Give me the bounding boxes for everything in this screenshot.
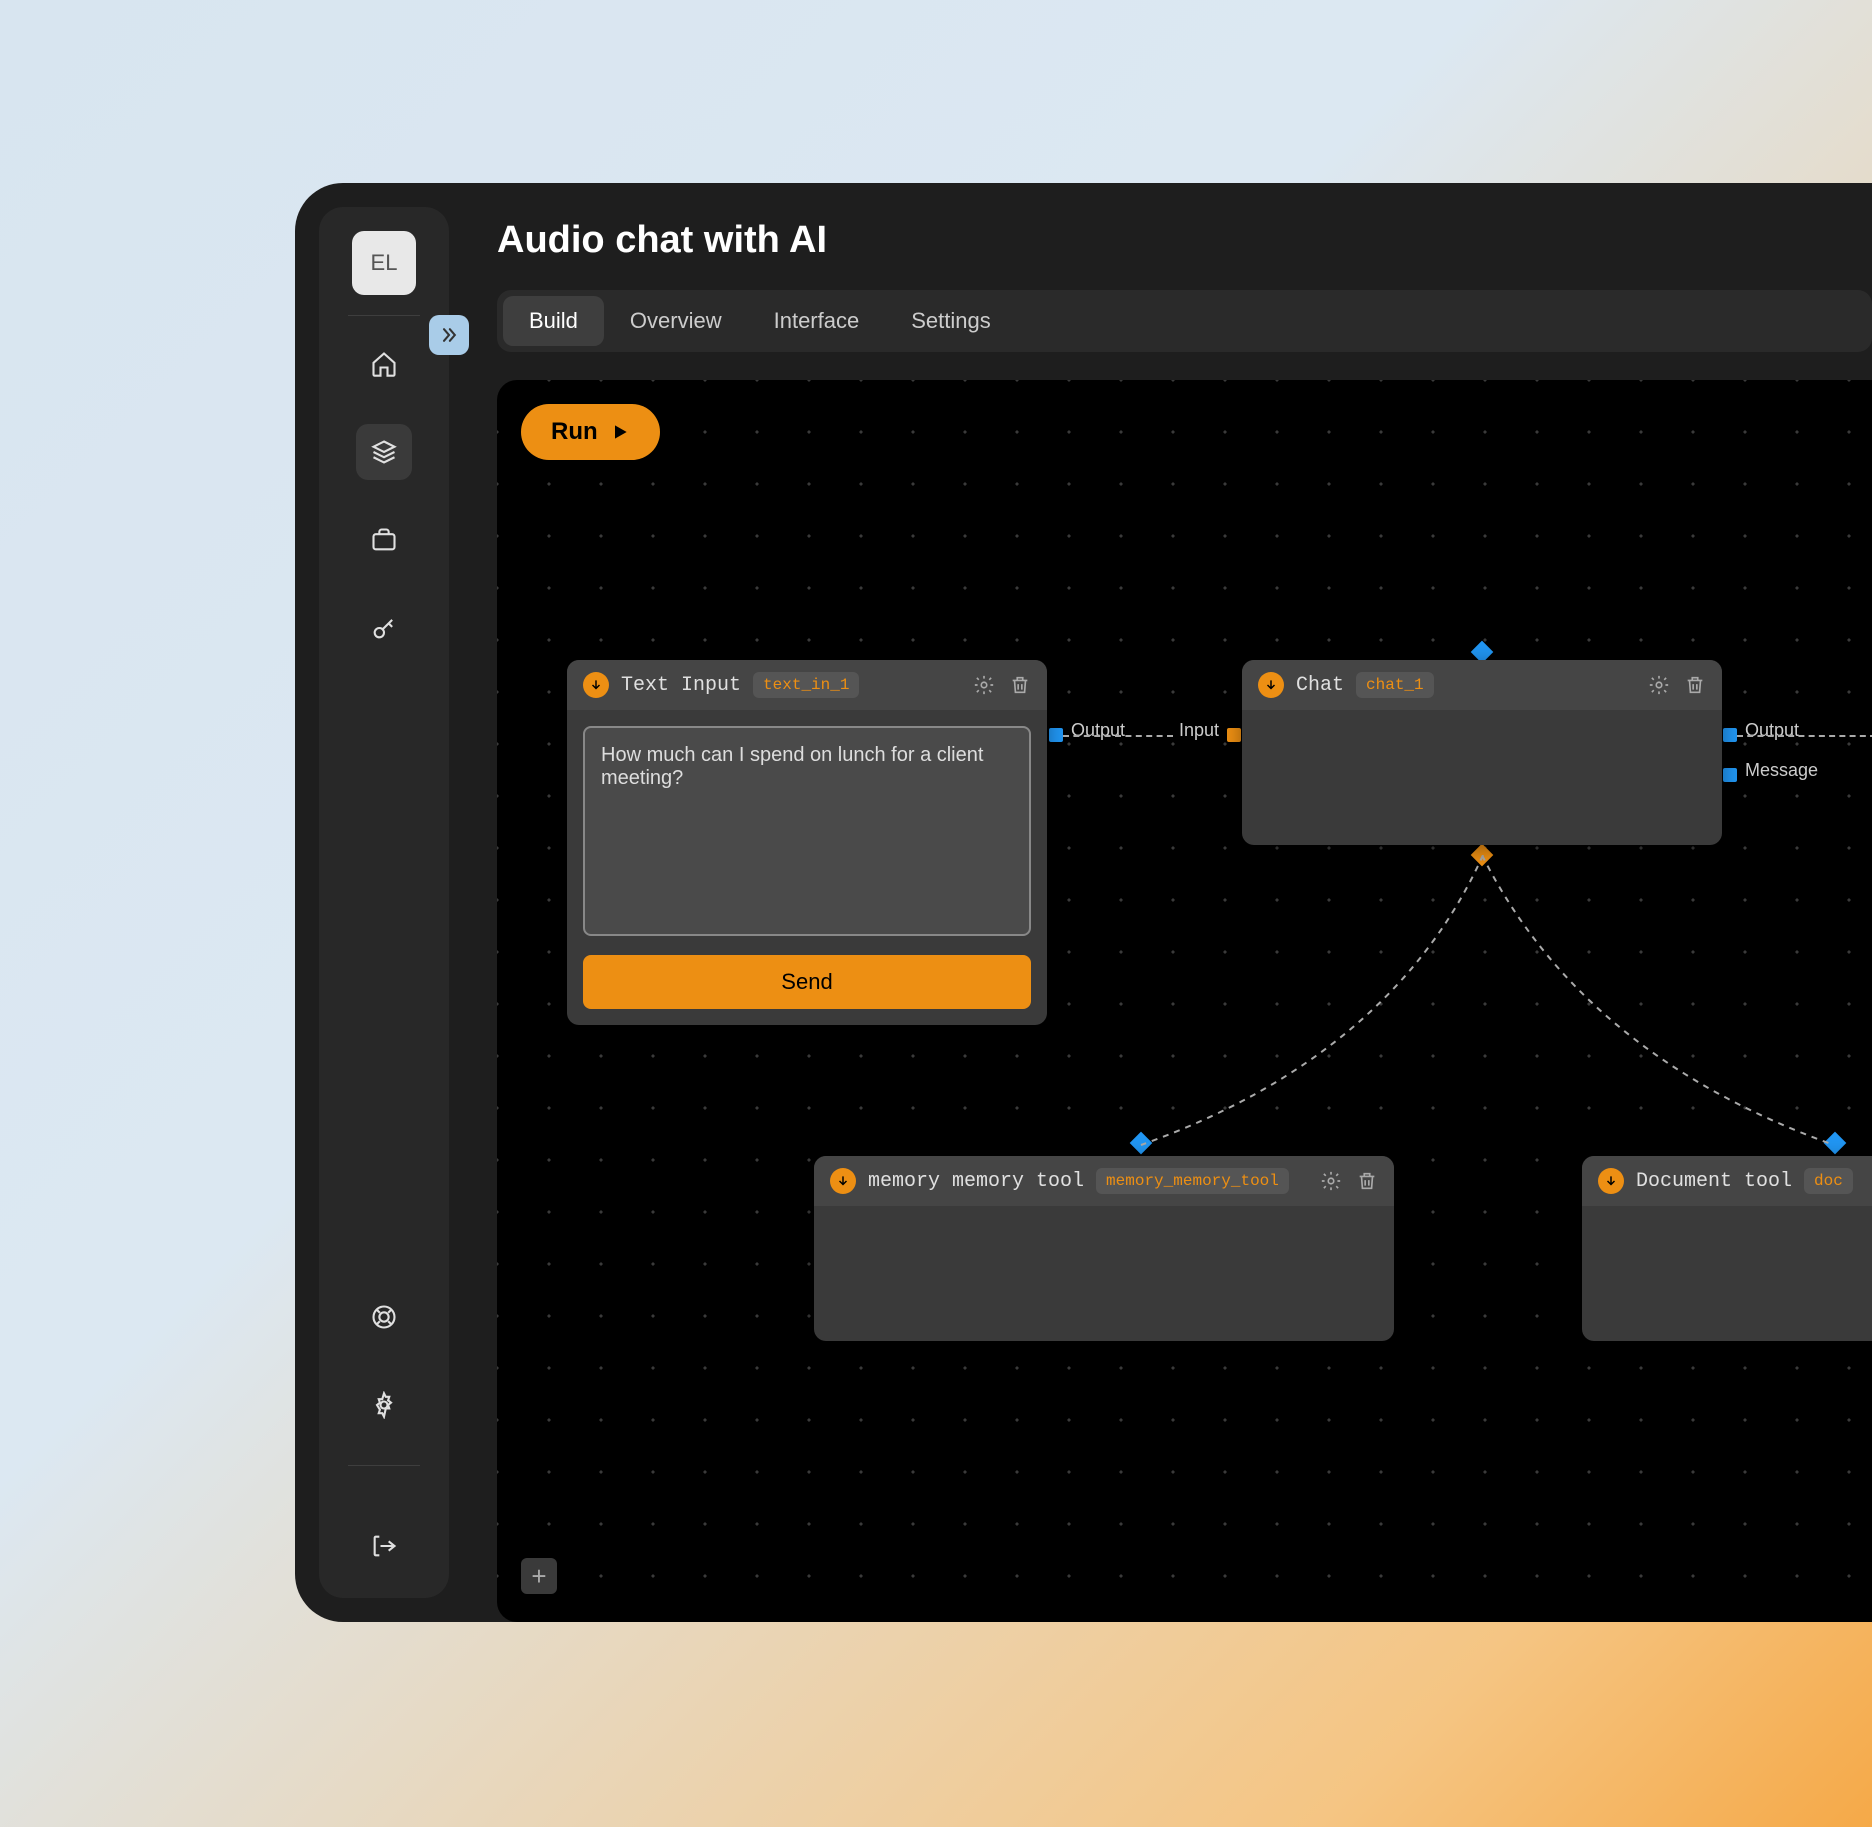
node-id: text_in_1 — [753, 672, 859, 698]
port-chat-message-label: Message — [1745, 760, 1818, 781]
gear-icon[interactable] — [1648, 674, 1670, 696]
key-icon — [370, 614, 398, 642]
node-memory[interactable]: memory memory tool memory_memory_tool — [814, 1156, 1394, 1341]
node-header: Chat chat_1 — [1242, 660, 1722, 710]
node-title: Document tool — [1636, 1170, 1792, 1193]
node-title: Text Input — [621, 674, 741, 697]
briefcase-icon — [370, 526, 398, 554]
nav-home[interactable] — [356, 336, 412, 392]
node-header: Document tool doc — [1582, 1156, 1872, 1206]
curve-memory — [1133, 855, 1493, 1150]
port-input-label: Input — [1179, 720, 1219, 741]
node-actions — [973, 674, 1031, 696]
text-input-field[interactable] — [583, 726, 1031, 936]
node-icon — [830, 1168, 856, 1194]
trash-icon[interactable] — [1684, 674, 1706, 696]
port-output-label: Output — [1071, 720, 1125, 741]
node-icon — [583, 672, 609, 698]
play-icon — [610, 422, 630, 442]
trash-icon[interactable] — [1356, 1170, 1378, 1192]
node-icon — [1258, 672, 1284, 698]
sidebar-divider — [348, 315, 420, 316]
lifebuoy-icon — [370, 1303, 398, 1331]
node-chat[interactable]: Chat chat_1 — [1242, 660, 1722, 845]
run-button[interactable]: Run — [521, 404, 660, 460]
trash-icon[interactable] — [1009, 674, 1031, 696]
nav-layers[interactable] — [356, 424, 412, 480]
connector-1 — [1063, 735, 1173, 737]
tab-interface[interactable]: Interface — [748, 296, 886, 346]
page-title: Audio chat with AI — [497, 219, 1872, 262]
node-actions — [1648, 674, 1706, 696]
app-window: EL — [295, 183, 1872, 1622]
main-content: Audio chat with AI Build Overview Interf… — [449, 183, 1872, 1622]
port-chat-message[interactable] — [1723, 768, 1737, 782]
connector-2 — [1737, 735, 1872, 737]
tab-settings[interactable]: Settings — [885, 296, 1017, 346]
canvas[interactable]: Run Output Input Output Message — [497, 380, 1872, 1622]
nav-settings[interactable] — [356, 1377, 412, 1433]
home-icon — [370, 350, 398, 378]
logout-icon — [370, 1532, 398, 1560]
node-header: memory memory tool memory_memory_tool — [814, 1156, 1394, 1206]
node-title: Chat — [1296, 674, 1344, 697]
tabs: Build Overview Interface Settings — [497, 290, 1872, 352]
nav-help[interactable] — [356, 1289, 412, 1345]
node-document[interactable]: Document tool doc — [1582, 1156, 1872, 1341]
arrow-down-icon — [1264, 678, 1278, 692]
send-button[interactable]: Send — [583, 955, 1031, 1009]
port-chat-output-label: Output — [1745, 720, 1799, 741]
port-output[interactable] — [1049, 728, 1063, 742]
gear-icon[interactable] — [1320, 1170, 1342, 1192]
port-chat-output[interactable] — [1723, 728, 1737, 742]
node-icon — [1598, 1168, 1624, 1194]
node-actions — [1320, 1170, 1378, 1192]
port-input[interactable] — [1227, 728, 1241, 742]
node-title: memory memory tool — [868, 1170, 1084, 1193]
gear-icon — [370, 1391, 398, 1419]
sidebar-divider-bottom — [348, 1465, 420, 1466]
node-id: chat_1 — [1356, 672, 1434, 698]
layers-icon — [370, 438, 398, 466]
avatar[interactable]: EL — [352, 231, 416, 295]
run-label: Run — [551, 418, 598, 446]
nav-key[interactable] — [356, 600, 412, 656]
nav-bottom-group — [348, 1289, 420, 1574]
arrow-down-icon — [836, 1174, 850, 1188]
nav-logout[interactable] — [356, 1518, 412, 1574]
curve-doc — [1482, 855, 1842, 1150]
tab-build[interactable]: Build — [503, 296, 604, 346]
gear-icon[interactable] — [973, 674, 995, 696]
chevron-double-right-icon — [439, 325, 459, 345]
arrow-down-icon — [589, 678, 603, 692]
tab-overview[interactable]: Overview — [604, 296, 748, 346]
node-id: doc — [1804, 1168, 1853, 1194]
node-header: Text Input text_in_1 — [567, 660, 1047, 710]
arrow-down-icon — [1604, 1174, 1618, 1188]
add-node-button[interactable]: + — [521, 1558, 557, 1594]
sidebar: EL — [319, 207, 449, 1598]
nav-briefcase[interactable] — [356, 512, 412, 568]
node-text-input[interactable]: Text Input text_in_1 Send — [567, 660, 1047, 1025]
node-body: Send — [567, 710, 1047, 1025]
expand-sidebar-button[interactable] — [429, 315, 469, 355]
nav-top-group — [356, 336, 412, 656]
node-id: memory_memory_tool — [1096, 1168, 1289, 1194]
